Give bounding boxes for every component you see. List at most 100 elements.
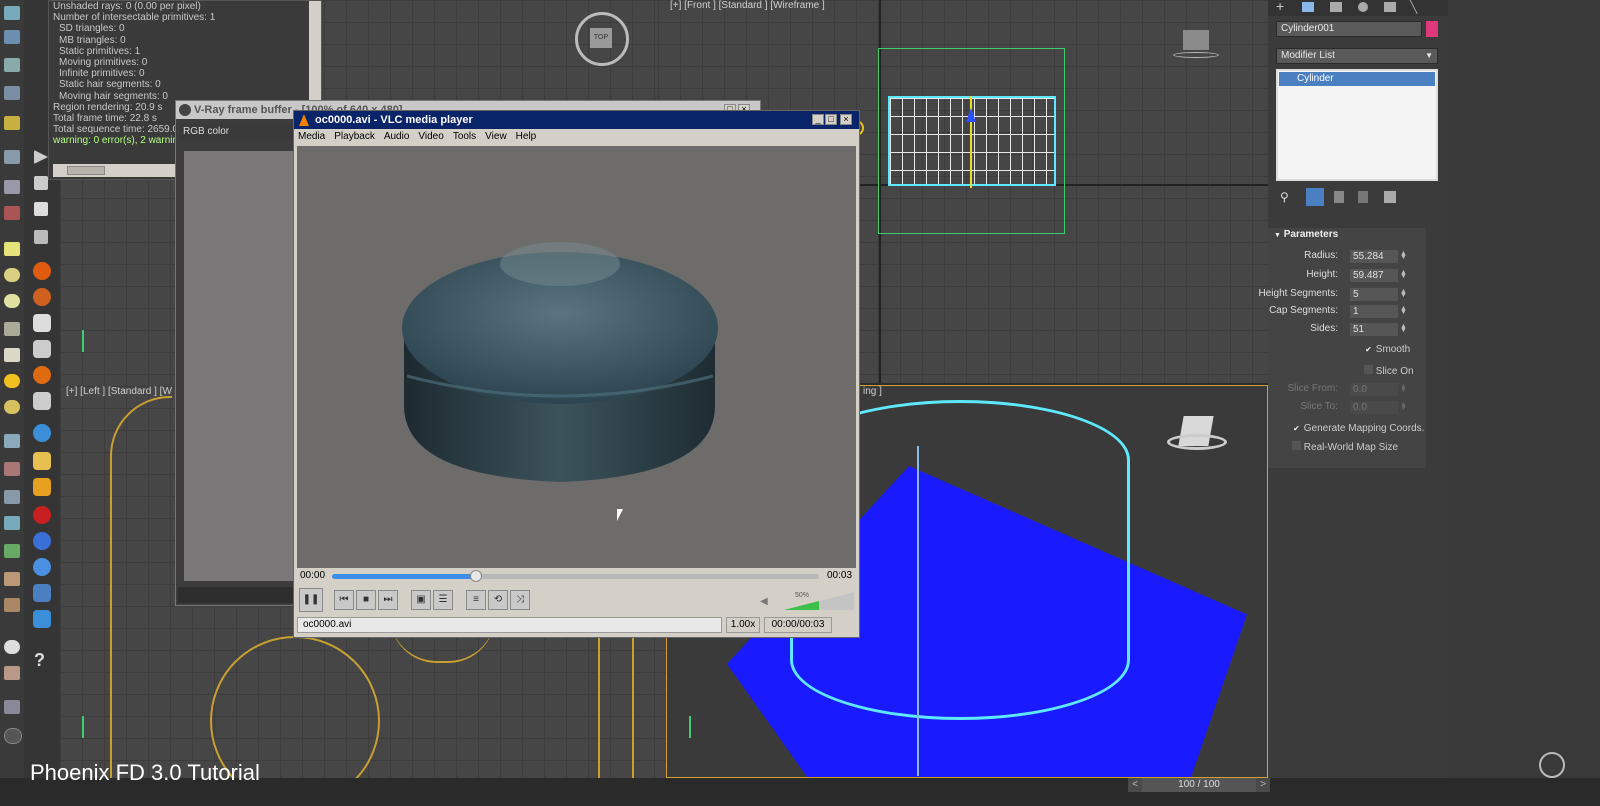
camera-tool-icon[interactable] — [4, 206, 20, 220]
spinner-icon[interactable]: ▲ ▼ — [1400, 250, 1407, 261]
remove-modifier-icon[interactable] — [1358, 191, 1368, 203]
rotate-tool-icon[interactable] — [4, 58, 20, 72]
particles-icon[interactable] — [4, 434, 20, 448]
modify-tab-icon[interactable] — [1302, 2, 1314, 12]
trash-icon[interactable] — [34, 230, 48, 244]
vlc-speed[interactable]: 1.00x — [726, 617, 760, 633]
time-slider-next-button[interactable]: > — [1256, 778, 1270, 792]
menu-help[interactable]: Help — [516, 130, 537, 144]
grid-tool-icon[interactable] — [4, 666, 20, 680]
link-tool-icon[interactable] — [4, 150, 20, 164]
create-tab-icon[interactable]: + — [1276, 0, 1284, 13]
vray-fb-bottom-toolbar[interactable] — [178, 587, 298, 603]
hscroll-thumb[interactable] — [67, 166, 105, 175]
modifier-stack[interactable]: Cylinder — [1276, 69, 1438, 181]
gen-mapping-checkbox[interactable]: ✔ Generate Mapping Coords. — [1292, 423, 1424, 434]
geosphere-tool-icon[interactable] — [4, 294, 20, 308]
sun-light-icon[interactable] — [4, 374, 20, 388]
fire-source-icon[interactable] — [33, 288, 51, 306]
pour-icon[interactable] — [33, 478, 51, 496]
help-circle-icon[interactable] — [4, 728, 22, 744]
foam-icon[interactable] — [33, 584, 51, 602]
stop-button[interactable]: ■ — [356, 590, 376, 610]
speaker-icon[interactable]: ◀ — [760, 597, 770, 607]
bind-tool-icon[interactable] — [4, 180, 20, 194]
spinner-icon[interactable]: ▲ ▼ — [1400, 383, 1407, 394]
vlc-title[interactable]: oc0000.avi - VLC media player — [294, 111, 859, 129]
playlist-button[interactable]: ≡ — [466, 590, 486, 610]
utilities-tab-icon[interactable]: ╲ — [1410, 0, 1417, 14]
cap-segments-input[interactable]: 1 — [1350, 305, 1398, 318]
layer-tool-icon[interactable] — [4, 700, 20, 714]
scale-tool-icon[interactable] — [4, 86, 20, 100]
fire-simulator-icon[interactable] — [33, 262, 51, 280]
omni-light-icon[interactable] — [4, 400, 20, 414]
helper-tool-icon[interactable] — [4, 462, 20, 476]
spinner-icon[interactable]: ▲ ▼ — [1400, 401, 1407, 412]
spinner-icon[interactable]: ▲ ▼ — [1400, 269, 1407, 280]
menu-video[interactable]: Video — [418, 130, 443, 144]
spinner-icon[interactable]: ▲ ▼ — [1400, 305, 1407, 316]
real-world-checkbox[interactable]: Real-World Map Size — [1292, 441, 1398, 453]
space-warp-icon[interactable] — [4, 490, 20, 504]
vlc-minimize-button[interactable]: _ — [812, 114, 824, 125]
fullscreen-button[interactable]: ▣ — [411, 590, 431, 610]
vray-channel-select[interactable]: RGB color — [180, 124, 303, 140]
spinner-icon[interactable]: ▲ ▼ — [1400, 288, 1407, 299]
step-icon[interactable] — [34, 176, 48, 190]
pin-stack-icon[interactable]: ⚲ — [1280, 190, 1289, 204]
sphere-white-icon[interactable] — [4, 640, 20, 654]
torus-tool-icon[interactable] — [4, 322, 20, 336]
menu-view[interactable]: View — [485, 130, 507, 144]
vlc-seek-knob[interactable] — [469, 570, 482, 582]
show-end-result-icon[interactable] — [1306, 188, 1324, 206]
sides-input[interactable]: 51 — [1350, 323, 1398, 336]
stop-sim-icon[interactable] — [34, 202, 48, 216]
flame-icon[interactable] — [33, 366, 51, 384]
liquid-simulator-icon[interactable] — [33, 424, 51, 442]
loop-button[interactable]: ⟲ — [488, 590, 508, 610]
height-segments-input[interactable]: 5 — [1350, 288, 1398, 301]
rock-icon[interactable] — [4, 598, 20, 612]
shuffle-button[interactable]: ⤨ — [510, 590, 530, 610]
smoke-preset-icon[interactable] — [33, 314, 51, 332]
vlc-video-area[interactable] — [297, 146, 856, 568]
slice-to-input[interactable]: 0.0 — [1350, 401, 1398, 414]
menu-media[interactable]: Media — [298, 130, 325, 144]
vortex-icon[interactable] — [33, 392, 51, 410]
next-button[interactable]: ⏭ — [378, 590, 398, 610]
cylinder-wire-front[interactable] — [888, 96, 1056, 186]
rollout-header[interactable]: ▼ Parameters — [1274, 229, 1338, 240]
walker-icon[interactable] — [4, 572, 20, 586]
ocean-icon[interactable] — [33, 532, 51, 550]
pause-button[interactable]: ❚❚ — [299, 588, 323, 612]
wave-force-icon[interactable] — [33, 558, 51, 576]
menu-playback[interactable]: Playback — [334, 130, 375, 144]
viewcube-front-icon[interactable] — [1183, 30, 1209, 50]
liquid-source-icon[interactable] — [33, 610, 51, 628]
stack-item-cylinder[interactable]: Cylinder — [1279, 72, 1435, 86]
modifier-list-dropdown[interactable]: Modifier List ▼ — [1276, 48, 1438, 64]
time-slider-prev-button[interactable]: < — [1128, 778, 1142, 792]
radius-input[interactable]: 55.284 — [1350, 250, 1398, 263]
play-icon[interactable] — [34, 150, 48, 164]
slice-on-checkbox[interactable]: Slice On — [1364, 365, 1414, 377]
select-tool-icon[interactable] — [4, 6, 20, 20]
vlc-window[interactable]: oc0000.avi - VLC media player _ □ × Medi… — [293, 110, 860, 638]
slice-from-input[interactable]: 0.0 — [1350, 383, 1398, 396]
vlc-maximize-button[interactable]: □ — [825, 114, 837, 125]
time-slider[interactable]: 100 / 100 — [1142, 778, 1256, 792]
extended-settings-button[interactable]: ☰ — [433, 590, 453, 610]
object-color-swatch[interactable] — [1426, 21, 1438, 37]
red-sphere-icon[interactable] — [33, 506, 51, 524]
viewport-front-label[interactable]: [+] [Front ] [Standard ] [Wireframe ] — [670, 0, 825, 11]
systems-icon[interactable] — [4, 516, 20, 530]
viewport-left-label[interactable]: [+] [Left ] [Standard ] [W — [66, 386, 172, 397]
menu-audio[interactable]: Audio — [384, 130, 410, 144]
viewcube-top-icon[interactable]: TOP — [590, 28, 612, 48]
viewport-perspective-label[interactable]: ing ] — [863, 386, 882, 397]
vlc-close-button[interactable]: × — [840, 114, 852, 125]
object-name-field[interactable]: Cylinder001 — [1276, 21, 1422, 37]
make-unique-icon[interactable] — [1334, 191, 1344, 203]
display-tab-icon[interactable] — [1384, 2, 1396, 12]
